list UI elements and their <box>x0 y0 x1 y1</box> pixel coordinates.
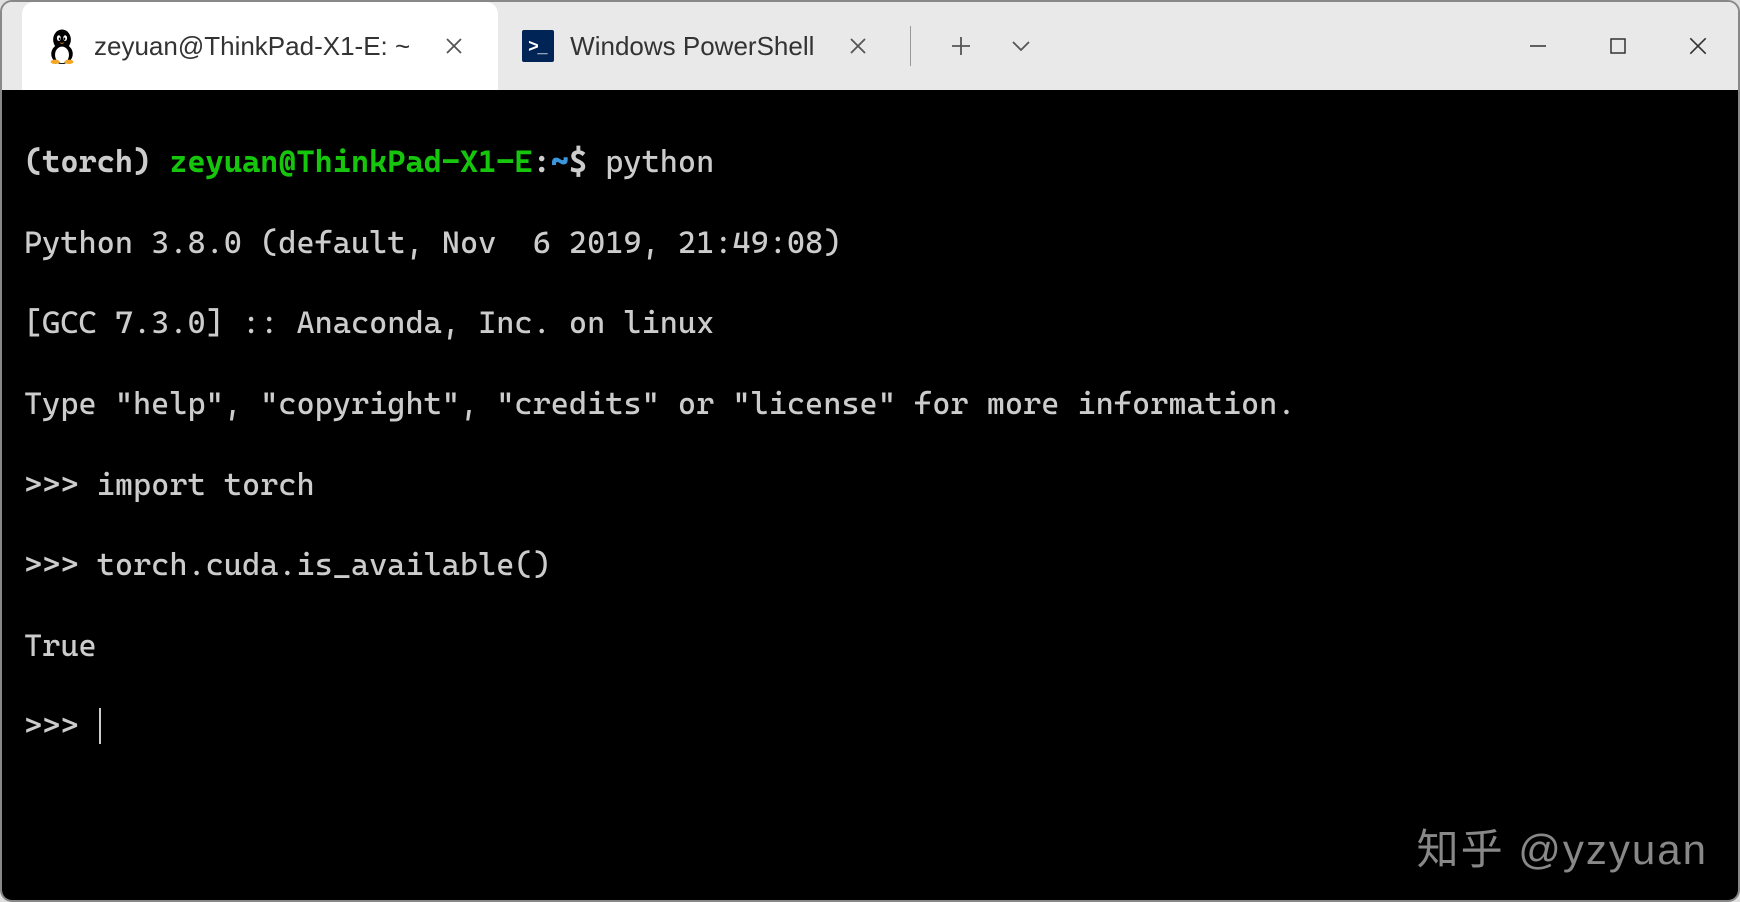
tab-wsl-ubuntu[interactable]: zeyuan@ThinkPad-X1-E: ~ <box>22 2 498 90</box>
terminal-line: >>> <box>24 706 1716 746</box>
repl-prompt: >>> <box>24 547 97 583</box>
terminal-window: zeyuan@ThinkPad-X1-E: ~ >_ Windows Power… <box>0 0 1740 902</box>
text-cursor <box>99 708 101 744</box>
new-tab-button[interactable] <box>931 16 991 76</box>
repl-result: True <box>24 626 1716 666</box>
terminal-output: Type "help", "copyright", "credits" or "… <box>24 384 1716 424</box>
tab-close-icon[interactable] <box>838 26 878 66</box>
tab-dropdown-button[interactable] <box>991 16 1051 76</box>
tab-close-icon[interactable] <box>434 26 474 66</box>
repl-command: torch.cuda.is_available() <box>97 547 551 583</box>
minimize-button[interactable] <box>1498 2 1578 90</box>
watermark: 知乎 @yzyuan <box>1417 823 1708 878</box>
conda-env: (torch) <box>24 144 169 180</box>
repl-prompt: >>> <box>24 467 97 503</box>
repl-command: import torch <box>97 467 315 503</box>
titlebar: zeyuan@ThinkPad-X1-E: ~ >_ Windows Power… <box>2 2 1738 90</box>
cwd: ~ <box>551 144 569 180</box>
terminal-output: [GCC 7.3.0] :: Anaconda, Inc. on linux <box>24 303 1716 343</box>
terminal-line: >>> import torch <box>24 465 1716 505</box>
user-host: zeyuan@ThinkPad-X1-E <box>169 144 532 180</box>
repl-prompt: >>> <box>24 708 97 744</box>
command-text: python <box>605 144 714 180</box>
prompt-dollar: $ <box>569 144 605 180</box>
titlebar-actions <box>931 2 1051 90</box>
terminal-output: Python 3.8.0 (default, Nov 6 2019, 21:49… <box>24 223 1716 263</box>
tab-divider <box>910 26 911 66</box>
tabs-container: zeyuan@ThinkPad-X1-E: ~ >_ Windows Power… <box>2 2 1051 90</box>
tux-icon <box>46 30 78 62</box>
prompt-colon: : <box>533 144 551 180</box>
tab-title: zeyuan@ThinkPad-X1-E: ~ <box>94 31 410 62</box>
tab-title: Windows PowerShell <box>570 31 814 62</box>
window-controls <box>1498 2 1738 90</box>
maximize-button[interactable] <box>1578 2 1658 90</box>
terminal-line: >>> torch.cuda.is_available() <box>24 545 1716 585</box>
powershell-icon: >_ <box>522 30 554 62</box>
terminal-line: (torch) zeyuan@ThinkPad-X1-E:~$ python <box>24 142 1716 182</box>
close-button[interactable] <box>1658 2 1738 90</box>
terminal-body[interactable]: (torch) zeyuan@ThinkPad-X1-E:~$ python P… <box>2 90 1738 900</box>
tab-powershell[interactable]: >_ Windows PowerShell <box>498 2 902 90</box>
